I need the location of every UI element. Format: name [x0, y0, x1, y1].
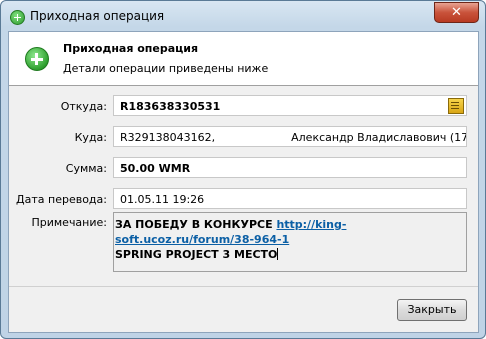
date-label: Дата перевода: — [16, 193, 107, 206]
header-title: Приходная операция — [63, 42, 199, 55]
header-subtitle: Детали операции приведены ниже — [63, 62, 269, 75]
from-field[interactable]: R183638330531 — [113, 95, 467, 116]
to-field-wallet: R329138043162, — [120, 131, 216, 144]
app-plus-icon — [10, 10, 25, 25]
amount-field[interactable]: 50.00 WMR — [113, 157, 467, 178]
amount-label: Сумма: — [65, 162, 107, 175]
window-close-button[interactable]: ✕ — [434, 2, 479, 23]
note-field[interactable]: ЗА ПОБЕДУ В КОНКУРСЕ http://king-soft.uc… — [113, 212, 467, 272]
dialog-body: Приходная операция Детали операции приве… — [8, 31, 479, 333]
window-title: Приходная операция — [30, 9, 165, 23]
note-text: ЗА ПОБЕДУ В КОНКУРСЕ — [115, 218, 277, 231]
date-field[interactable]: 01.05.11 19:26 — [113, 188, 467, 209]
plus-circle-icon — [25, 47, 49, 71]
title-bar[interactable]: Приходная операция ✕ — [1, 1, 485, 31]
note-label: Примечание: — [31, 216, 107, 229]
footer-divider — [9, 286, 478, 287]
text-caret — [277, 248, 279, 260]
wallet-icon[interactable] — [448, 98, 464, 114]
dialog-header: Приходная операция Детали операции приве… — [9, 32, 478, 86]
redacted-area — [215, 132, 291, 142]
note-text-line2: SPRING PROJECT 3 МЕСТО — [115, 248, 278, 261]
from-label: Откуда: — [60, 100, 107, 113]
to-field-name: Александр Владиславович (17061658 — [291, 131, 466, 144]
dialog-window: Приходная операция ✕ Приходная операция … — [0, 0, 486, 339]
to-field[interactable]: R329138043162, Александр Владиславович (1… — [113, 126, 467, 147]
close-button[interactable]: Закрыть — [397, 299, 467, 321]
to-label: Куда: — [74, 131, 107, 144]
